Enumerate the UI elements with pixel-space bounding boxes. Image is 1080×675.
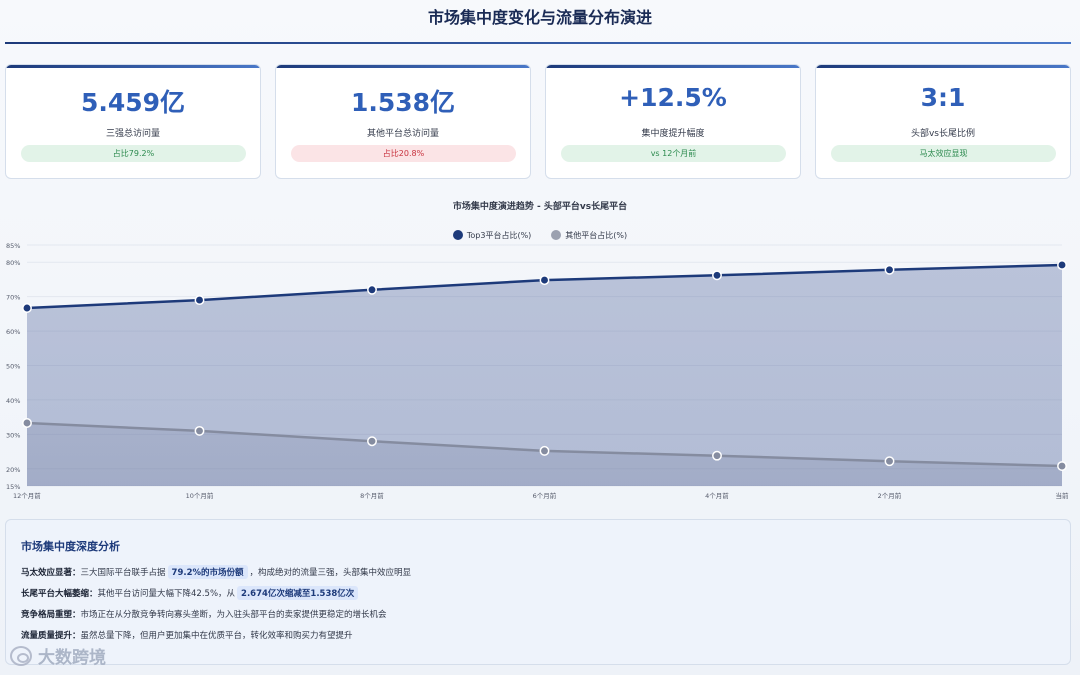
x-tick-label: 4个月前 xyxy=(705,491,729,500)
brand-logo-icon xyxy=(10,645,32,666)
kpi-badge: 占比79.2% xyxy=(21,145,246,162)
trend-chart: 15% 20% 30% 40% 50% 60% 70% 80% 85% 12个月前 10个月前 8个月… xyxy=(6,242,1070,500)
kpi-card-accent xyxy=(546,65,800,68)
data-point-others xyxy=(884,456,895,467)
y-tick-label: 30% xyxy=(6,431,20,439)
analysis-row-text: 其他平台访问量大幅下降42.5%，从 xyxy=(97,589,236,599)
analysis-row-text: 虽然总量下降，但用户更加集中在优质平台，转化效率和购买力有望提升 xyxy=(80,631,353,641)
y-tick-label: 15% xyxy=(6,483,20,491)
analysis-row-label: 流量质量提升： xyxy=(21,631,81,641)
data-point-others xyxy=(22,418,32,428)
x-tick-label: 12个月前 xyxy=(13,491,41,500)
kpi-label: 三强总访问量 xyxy=(105,129,160,139)
analysis-row: 竞争格局重塑：市场正在从分散竞争转向寡头垄断，为入驻头部平台的卖家提供更稳定的增… xyxy=(21,608,387,620)
data-point-top3 xyxy=(22,303,32,313)
kpi-value: 5.459亿 xyxy=(80,88,186,117)
kpi-value: 1.538亿 xyxy=(350,88,456,117)
data-point-top3 xyxy=(194,295,205,306)
page-title: 市场集中度变化与流量分布演进 xyxy=(427,8,652,27)
kpi-card-head-tail-ratio: 3:1 头部vs长尾比例 马太效应显现 xyxy=(815,64,1071,179)
y-tick-label: 40% xyxy=(6,397,20,405)
y-tick-label: 70% xyxy=(6,294,20,302)
kpi-value: +12.5% xyxy=(619,83,727,112)
kpi-label: 其他平台总访问量 xyxy=(366,129,439,139)
title-divider xyxy=(5,42,1071,44)
kpi-label: 集中度提升幅度 xyxy=(641,129,705,139)
x-tick-label: 6个月前 xyxy=(533,491,557,500)
data-point-top3 xyxy=(1057,260,1067,270)
x-tick-label: 当前 xyxy=(1056,491,1070,500)
chart-title: 市场集中度演进趋势 - 头部平台vs长尾平台 xyxy=(452,202,628,212)
y-tick-label: 80% xyxy=(6,259,20,267)
x-tick-label: 2个月前 xyxy=(878,491,902,500)
data-point-others xyxy=(539,445,550,456)
watermark-text: 大数跨境 xyxy=(38,648,106,668)
data-point-others xyxy=(367,436,377,447)
analysis-row-label: 马太效应显著： xyxy=(21,568,81,578)
analysis-row-text: 市场正在从分散竞争转向寡头垄断，为入驻头部平台的卖家提供更稳定的增长机会 xyxy=(80,610,387,620)
analysis-row: 长尾平台大幅萎缩：其他平台访问量大幅下降42.5%，从 2.674亿次缩减至1.5… xyxy=(21,586,360,600)
kpi-badge: 马太效应显现 xyxy=(831,145,1056,162)
x-tick-label: 10个月前 xyxy=(186,491,214,500)
analysis-panel: 市场集中度深度分析 马太效应显著：三大国际平台联手占据 79.2%的市场份额 ，构成… xyxy=(5,519,1071,665)
analysis-highlight: 2.674亿次缩减至1.538亿次 xyxy=(237,586,359,600)
y-tick-label: 60% xyxy=(6,328,20,336)
y-tick-label: 20% xyxy=(6,466,20,474)
analysis-row-label: 竞争格局重塑： xyxy=(21,610,81,620)
legend-label: 其他平台占比(%) xyxy=(565,230,628,240)
data-point-others xyxy=(1057,461,1067,471)
analysis-row: 马太效应显著：三大国际平台联手占据 79.2%的市场份额 ，构成绝对的流量三强，头部… xyxy=(21,565,411,579)
legend-marker-icon xyxy=(452,230,463,240)
data-point-top3 xyxy=(539,275,550,286)
data-point-others xyxy=(712,450,722,461)
analysis-title: 市场集中度深度分析 xyxy=(21,540,120,553)
analysis-row: 流量质量提升：虽然总量下降，但用户更加集中在优质平台，转化效率和购买力有望提升 xyxy=(21,629,353,641)
data-point-top3 xyxy=(712,270,722,281)
analysis-row-label: 长尾平台大幅萎缩： xyxy=(21,589,98,599)
kpi-card-top3-visits: 5.459亿 三强总访问量 占比79.2% xyxy=(5,64,261,179)
kpi-card-other-visits: 1.538亿 其他平台总访问量 占比20.8% xyxy=(275,64,531,179)
kpi-badge: vs 12个月前 xyxy=(561,145,786,162)
y-tick-label: 85% xyxy=(6,242,20,250)
analysis-highlight: 79.2%的市场份额 xyxy=(167,565,248,579)
x-tick-label: 8个月前 xyxy=(360,491,384,500)
kpi-card-accent xyxy=(816,65,1070,68)
analysis-row-text: 三大国际平台联手占据 xyxy=(80,568,166,578)
kpi-card-accent xyxy=(276,65,530,68)
kpi-badge: 占比20.8% xyxy=(291,145,516,162)
data-point-top3 xyxy=(367,284,377,295)
kpi-label: 头部vs长尾比例 xyxy=(910,129,975,139)
data-point-top3 xyxy=(884,264,895,275)
kpi-value: 3:1 xyxy=(920,83,966,112)
y-tick-label: 50% xyxy=(6,363,20,371)
watermark: 大数跨境 xyxy=(10,643,106,668)
kpi-card-concentration-growth: +12.5% 集中度提升幅度 vs 12个月前 xyxy=(545,64,801,179)
kpi-card-accent xyxy=(6,65,260,68)
data-point-others xyxy=(194,425,205,436)
legend-marker-icon xyxy=(551,230,562,240)
legend-label: Top3平台占比(%) xyxy=(466,230,532,240)
analysis-row-text: ，构成绝对的流量三强，头部集中效应明显 xyxy=(249,568,412,578)
